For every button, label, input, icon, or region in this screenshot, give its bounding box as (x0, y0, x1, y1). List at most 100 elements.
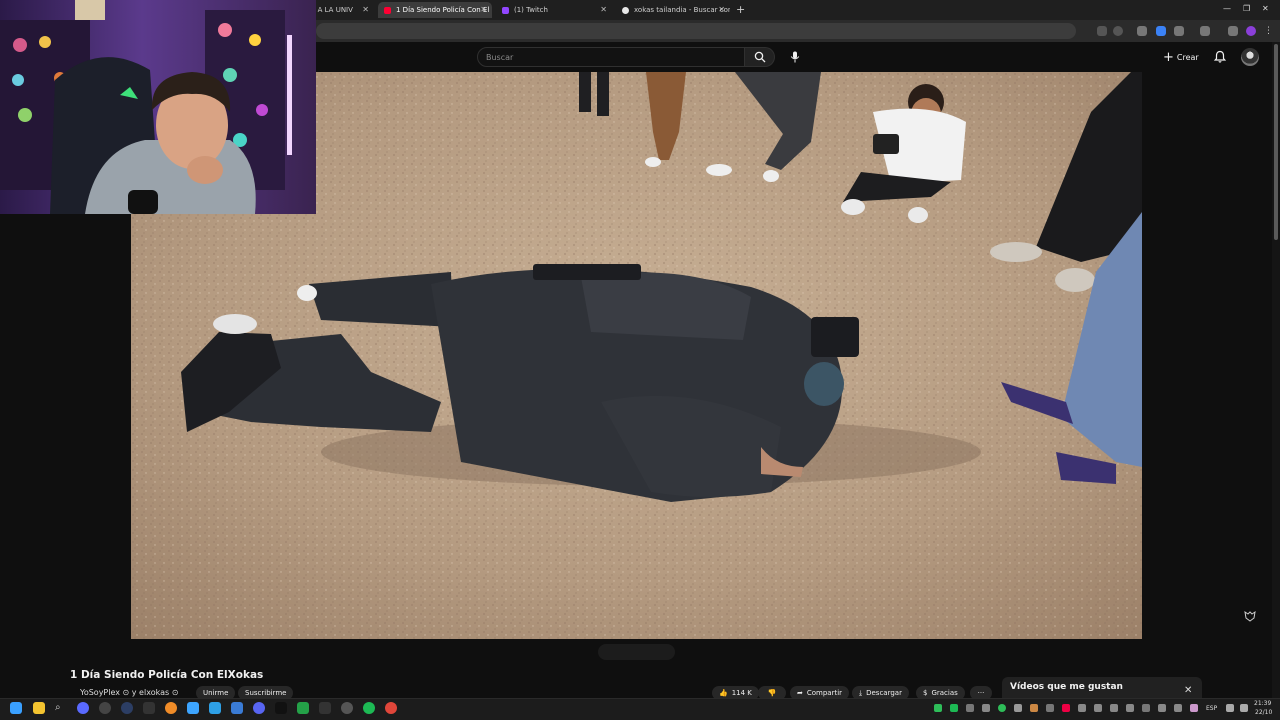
plus-icon: + (1163, 49, 1174, 65)
tab-label: xokas tailandia - Buscar con Go (634, 6, 730, 14)
microphone-icon (790, 51, 800, 63)
notifications-bell-icon[interactable] (1212, 49, 1228, 65)
video-title: 1 Día Siendo Policía Con ElXokas (70, 669, 264, 681)
search-button[interactable] (745, 47, 775, 67)
network-icon[interactable] (1226, 704, 1234, 712)
extension-icon[interactable] (1156, 26, 1166, 36)
channel-name[interactable]: YoSoyPlex ⊙ y elxokas ⊙ (80, 688, 178, 697)
thumbs-up-icon: 👍 (719, 689, 728, 697)
chrome-icon[interactable] (385, 702, 397, 714)
tray-icon[interactable] (1174, 704, 1182, 712)
thanks-label: Gracias (931, 689, 958, 697)
app-icon[interactable] (99, 702, 111, 714)
screen: KZ A LA UNIV ✕ 1 Día Siendo Policía Con … (0, 0, 1280, 720)
profile-icon[interactable] (1246, 26, 1256, 36)
close-icon[interactable]: ✕ (1184, 685, 1192, 696)
close-icon[interactable]: ✕ (480, 5, 487, 14)
channel-watermark-icon[interactable] (1243, 609, 1257, 623)
download-label: Descargar (866, 689, 902, 697)
tab-twitch[interactable]: (1) Twitch ✕ (496, 2, 612, 18)
search-icon (754, 51, 765, 63)
tray-icon[interactable] (1014, 704, 1022, 712)
tray-icon[interactable] (950, 704, 958, 712)
tray-icon[interactable] (1110, 704, 1118, 712)
tiktok-icon[interactable] (275, 702, 287, 714)
microphone (128, 190, 158, 214)
tab-google-search[interactable]: xokas tailandia - Buscar con Go ✕ (616, 2, 730, 18)
clock-date[interactable]: 22/10 (1255, 709, 1272, 716)
tray-icon[interactable] (1078, 704, 1086, 712)
download-icon: ⤓ (859, 688, 863, 697)
account-avatar[interactable] (1241, 48, 1259, 66)
app-icon[interactable] (143, 702, 155, 714)
app-icon[interactable] (77, 702, 89, 714)
extension-icon[interactable] (1137, 26, 1147, 36)
close-icon[interactable]: ✕ (600, 5, 607, 14)
tray-icon[interactable] (1158, 704, 1166, 712)
tray-icon[interactable] (1142, 704, 1150, 712)
youtube-favicon-icon (384, 6, 391, 14)
file-explorer-icon[interactable] (33, 702, 45, 714)
app-icon[interactable] (297, 702, 309, 714)
windows-start-icon[interactable] (10, 702, 22, 714)
search-input[interactable]: Buscar (477, 47, 745, 67)
spotify-icon[interactable] (363, 702, 375, 714)
share-label: Compartir (806, 689, 843, 697)
app-icon[interactable] (319, 702, 331, 714)
liked-videos-title: Vídeos que me gustan (1010, 682, 1123, 692)
clock-time[interactable]: 21:39 (1254, 700, 1271, 707)
neon-light (287, 35, 292, 155)
tray-icon[interactable] (1126, 704, 1134, 712)
tray-icon[interactable] (1030, 704, 1038, 712)
extensions-puzzle-icon[interactable] (1174, 26, 1184, 36)
extension-icon[interactable] (1200, 26, 1210, 36)
tray-icon[interactable] (1094, 704, 1102, 712)
app-icon[interactable] (341, 702, 353, 714)
cast-icon[interactable] (1097, 26, 1107, 36)
telegram-icon[interactable] (209, 702, 221, 714)
tab-label: (1) Twitch (514, 6, 548, 14)
tray-icon[interactable] (966, 704, 974, 712)
twitch-favicon-icon (502, 6, 509, 14)
app-icon[interactable] (165, 702, 177, 714)
tray-icon[interactable] (1062, 704, 1070, 712)
tray-icon[interactable] (934, 704, 942, 712)
extension-icon[interactable] (1228, 26, 1238, 36)
tray-icon[interactable] (982, 704, 990, 712)
volume-icon[interactable] (1240, 704, 1248, 712)
input-language[interactable]: ESP (1206, 705, 1217, 712)
new-tab-button[interactable]: + (736, 3, 745, 16)
search-icon[interactable]: ⌕ (55, 702, 67, 714)
tray-icon[interactable] (998, 704, 1006, 712)
bookmark-star-icon[interactable] (1113, 26, 1123, 36)
create-label: Crear (1176, 52, 1199, 62)
address-bar[interactable] (316, 23, 1076, 39)
tab-current-video[interactable]: 1 Día Siendo Policía Con El ✕ (378, 2, 492, 18)
poster (75, 0, 105, 20)
discord-icon[interactable] (253, 702, 265, 714)
window-close-icon[interactable]: ✕ (1262, 4, 1269, 13)
kebab-menu-icon[interactable]: ⋮ (1264, 26, 1274, 36)
tray-icon[interactable] (1046, 704, 1054, 712)
app-icon[interactable] (187, 702, 199, 714)
thumbs-down-icon: 👎 (767, 689, 777, 697)
app-icon[interactable] (231, 702, 243, 714)
minimize-icon[interactable]: — (1223, 4, 1231, 13)
progress-hint[interactable] (598, 644, 675, 660)
tray-icon[interactable] (1190, 704, 1198, 712)
app-icon[interactable] (121, 702, 133, 714)
thanks-icon: $ (923, 689, 928, 697)
close-icon[interactable]: ✕ (718, 5, 725, 14)
tab-label: 1 Día Siendo Policía Con El (396, 6, 490, 14)
webcam-scene (0, 0, 316, 214)
voice-search-button[interactable] (786, 48, 804, 66)
google-favicon-icon (622, 6, 629, 14)
like-count: 114 K (731, 689, 752, 697)
share-icon: ➦ (797, 689, 803, 697)
scrollbar-thumb[interactable] (1274, 44, 1278, 240)
streamer-hand (187, 156, 223, 184)
streamer-webcam-overlay (0, 0, 316, 214)
create-button[interactable]: + Crear (1163, 49, 1199, 65)
restore-icon[interactable]: ❐ (1243, 4, 1250, 13)
close-icon[interactable]: ✕ (362, 5, 369, 14)
